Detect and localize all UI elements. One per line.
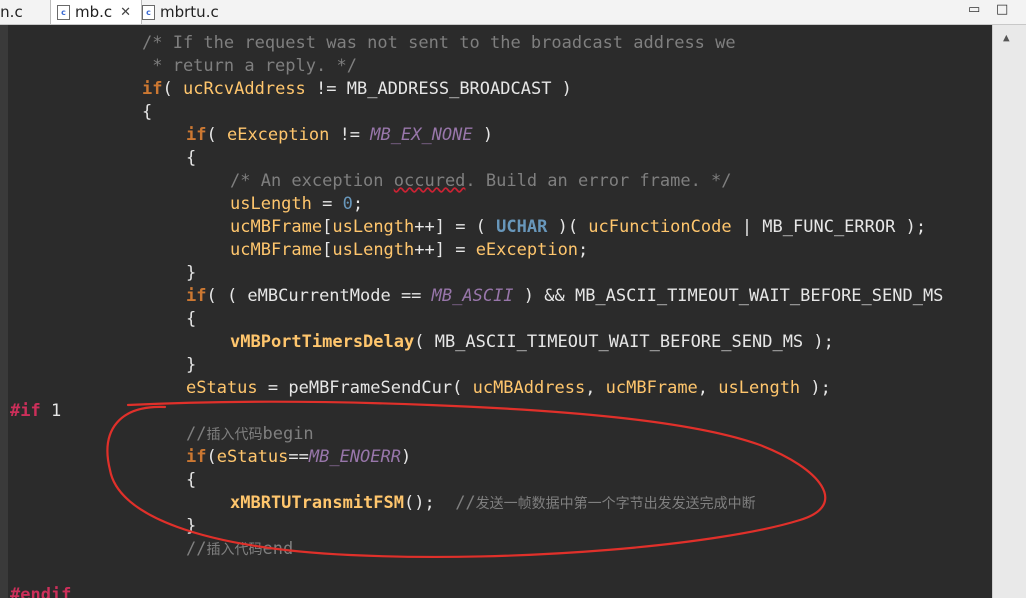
tab-mb-c[interactable]: c mb.c ✕	[50, 0, 142, 24]
maximize-icon[interactable]: □	[996, 2, 1008, 17]
code-line: xMBRTUTransmitFSM(); //发送一帧数据中第一个字节出发发送完…	[230, 493, 756, 513]
code-line: }	[186, 263, 197, 283]
scroll-up-arrow-icon[interactable]: ▲	[1003, 31, 1010, 44]
code-line: /* If the request was not sent to the br…	[142, 33, 736, 53]
code-line: {	[186, 148, 197, 168]
tab-label: mbrtu.c	[160, 3, 219, 21]
tab-mbrtu-c[interactable]: c mbrtu.c	[142, 0, 232, 24]
code-line: vMBPortTimersDelay( MB_ASCII_TIMEOUT_WAI…	[230, 332, 834, 352]
code-line: {	[186, 470, 197, 490]
c-file-icon: c	[57, 4, 70, 20]
code-line: /* An exception occured. Build an error …	[230, 171, 732, 191]
code-line: if( eException != MB_EX_NONE )	[186, 125, 494, 145]
code-line: if( ucRcvAddress != MB_ADDRESS_BROADCAST…	[142, 79, 572, 99]
vertical-scrollbar[interactable]: ▲	[992, 25, 1026, 598]
minimize-icon[interactable]: ▭	[968, 2, 980, 17]
code-line: eStatus = peMBFrameSendCur( ucMBAddress,…	[186, 378, 831, 398]
code-line: //插入代码begin	[186, 424, 314, 444]
code-line: #if 1	[10, 401, 62, 421]
code-line: usLength = 0;	[230, 194, 364, 214]
editor-gutter	[0, 25, 8, 598]
code-line: if( ( eMBCurrentMode == MB_ASCII ) && MB…	[186, 286, 944, 306]
editor-tab-bar: in.c c mb.c ✕ c mbrtu.c ▭ □	[0, 0, 1026, 25]
code-line: * return a reply. */	[142, 56, 357, 76]
code-line: if(eStatus==MB_ENOERR)	[186, 447, 412, 467]
tab-label: in.c	[0, 3, 23, 21]
code-line: {	[186, 309, 197, 329]
tab-in-c[interactable]: in.c	[0, 0, 46, 24]
code-line: #endif	[10, 585, 72, 598]
code-line: ucMBFrame[usLength++] = eException;	[230, 240, 589, 260]
code-line: }	[186, 355, 197, 375]
close-tab-icon[interactable]: ✕	[120, 5, 131, 20]
code-line: //插入代码end	[186, 539, 294, 559]
c-file-icon: c	[142, 4, 155, 20]
code-line: }	[186, 516, 197, 536]
code-line: {	[142, 102, 153, 122]
tab-label: mb.c	[75, 3, 113, 21]
code-line: ucMBFrame[usLength++] = ( UCHAR )( ucFun…	[230, 217, 927, 237]
code-editor[interactable]: /* If the request was not sent to the br…	[8, 25, 992, 598]
